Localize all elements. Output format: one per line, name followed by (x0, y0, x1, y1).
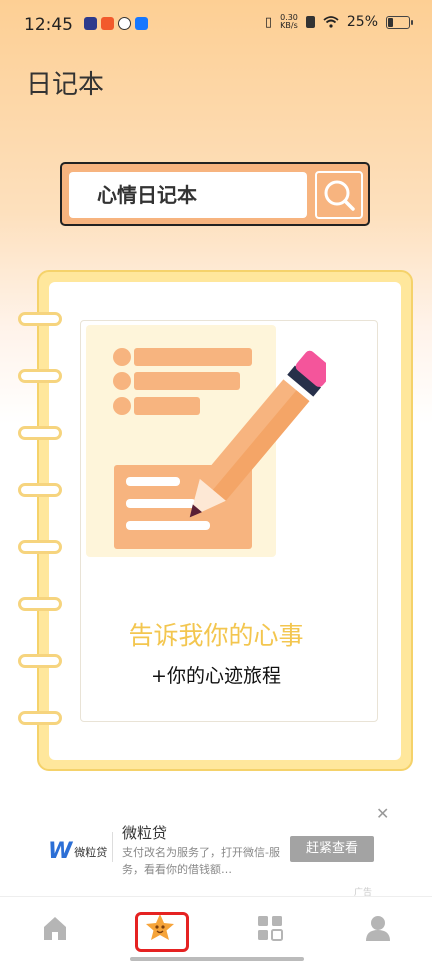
wechat-loan-logo-icon: W (48, 839, 73, 864)
person-icon (366, 916, 390, 941)
page-title: 日记本 (26, 70, 105, 100)
battery-icon (386, 15, 413, 29)
video-app-icon (84, 17, 97, 30)
binder-ring (18, 369, 62, 383)
ad-title: 微粒贷 (122, 824, 168, 842)
battery-percent: 25% (346, 14, 378, 30)
ad-logo: W 微粒贷 (48, 839, 108, 864)
status-bar: 12:45 ▯ 0.30 KB/s 25% (0, 0, 432, 52)
search-bar: 心情日记本 (60, 162, 370, 226)
binder-ring (18, 540, 62, 554)
notebook-headline: 告诉我你的心事 (128, 621, 304, 650)
alipay-app-icon (135, 17, 148, 30)
search-icon (324, 180, 355, 211)
gesture-home-bar[interactable] (130, 957, 304, 961)
binder-ring (18, 597, 62, 611)
note-pencil-illustration (86, 325, 326, 557)
close-icon[interactable]: ✕ (376, 804, 389, 823)
wifi-icon (323, 16, 339, 28)
nav-apps[interactable] (253, 911, 287, 945)
nav-profile[interactable] (361, 911, 395, 945)
nav-home[interactable] (38, 911, 72, 945)
notebook-subline: +你的心迹旅程 (151, 665, 281, 687)
ad-cta-button[interactable]: 赶紧查看 (290, 836, 374, 862)
bottom-nav (0, 896, 432, 965)
search-button[interactable] (315, 171, 363, 219)
binder-ring (18, 426, 62, 440)
ad-description: 支付改名为服务了，打开微信-服务，看看你的借钱额… (122, 846, 280, 876)
status-time: 12:45 (24, 15, 73, 35)
ad-divider (112, 832, 113, 862)
binder-ring (18, 312, 62, 326)
network-speed: 0.30 KB/s (280, 13, 298, 30)
binder-ring (18, 483, 62, 497)
sim-icon (305, 16, 315, 28)
notification-icons (84, 17, 148, 30)
grid-icon (258, 916, 283, 941)
link-app-icon (118, 17, 131, 30)
nav-selected-outline (135, 912, 189, 952)
binder-ring (18, 711, 62, 725)
search-input[interactable]: 心情日记本 (69, 172, 307, 218)
home-icon (44, 917, 66, 940)
shop-app-icon (101, 17, 114, 30)
vibrate-icon: ▯ (264, 14, 273, 30)
